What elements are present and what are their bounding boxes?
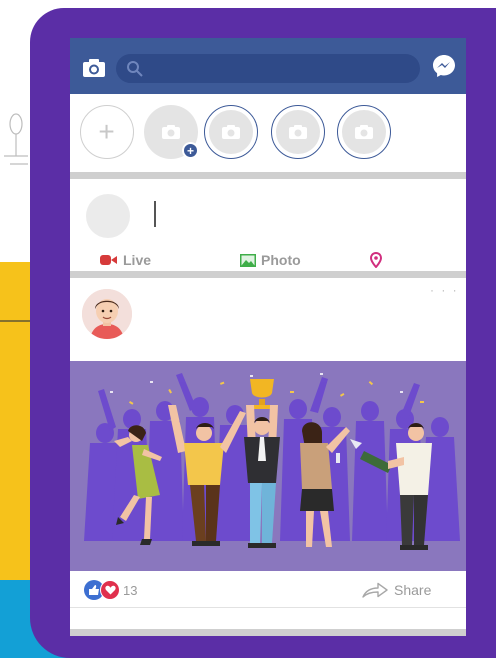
avatar [86, 194, 130, 238]
section-divider [70, 271, 466, 278]
live-button[interactable]: Live [100, 251, 151, 269]
celebration-illustration [84, 373, 460, 550]
story-item[interactable] [337, 105, 391, 159]
camera-icon [289, 125, 307, 139]
avatar[interactable] [82, 289, 132, 339]
post-image[interactable] [70, 361, 466, 571]
background-sketch [4, 113, 28, 165]
camera-icon[interactable] [82, 58, 106, 78]
add-story-button[interactable]: + [80, 105, 134, 159]
live-label: Live [123, 252, 152, 268]
plus-badge-icon: + [182, 142, 199, 159]
search-icon [127, 61, 143, 77]
story-item[interactable] [204, 105, 258, 159]
stories-row: + + [70, 94, 466, 172]
search-input[interactable] [116, 54, 420, 83]
video-camera-icon [100, 255, 117, 265]
story-item[interactable] [271, 105, 325, 159]
post-divider [70, 607, 466, 608]
user-avatar-image [82, 289, 132, 339]
feed-post: · · · 13 Share [70, 279, 466, 636]
reactions-summary[interactable]: 13 [84, 579, 137, 601]
composer-input[interactable] [154, 201, 156, 227]
post-composer: Live Photo [70, 179, 466, 271]
section-divider [70, 629, 466, 636]
photo-button[interactable]: Photo [240, 251, 301, 269]
phone-screen: + + Live Photo · · · 13 Share [70, 38, 466, 636]
more-icon[interactable]: · · · [430, 283, 459, 297]
check-in-button[interactable] [370, 251, 387, 269]
top-bar [70, 38, 466, 94]
reaction-count: 13 [123, 582, 138, 598]
photo-label: Photo [261, 252, 301, 268]
location-pin-icon [370, 252, 382, 268]
share-arrow-icon [362, 582, 388, 598]
messenger-icon[interactable] [432, 54, 456, 78]
heart-icon [100, 580, 120, 600]
camera-icon [355, 125, 373, 139]
share-button[interactable]: Share [362, 582, 431, 598]
my-story[interactable]: + [144, 105, 199, 159]
image-icon [240, 253, 256, 267]
share-label: Share [394, 582, 432, 598]
camera-icon [222, 125, 240, 139]
plus-icon: + [98, 115, 115, 147]
section-divider [70, 172, 466, 179]
camera-icon [162, 125, 180, 139]
